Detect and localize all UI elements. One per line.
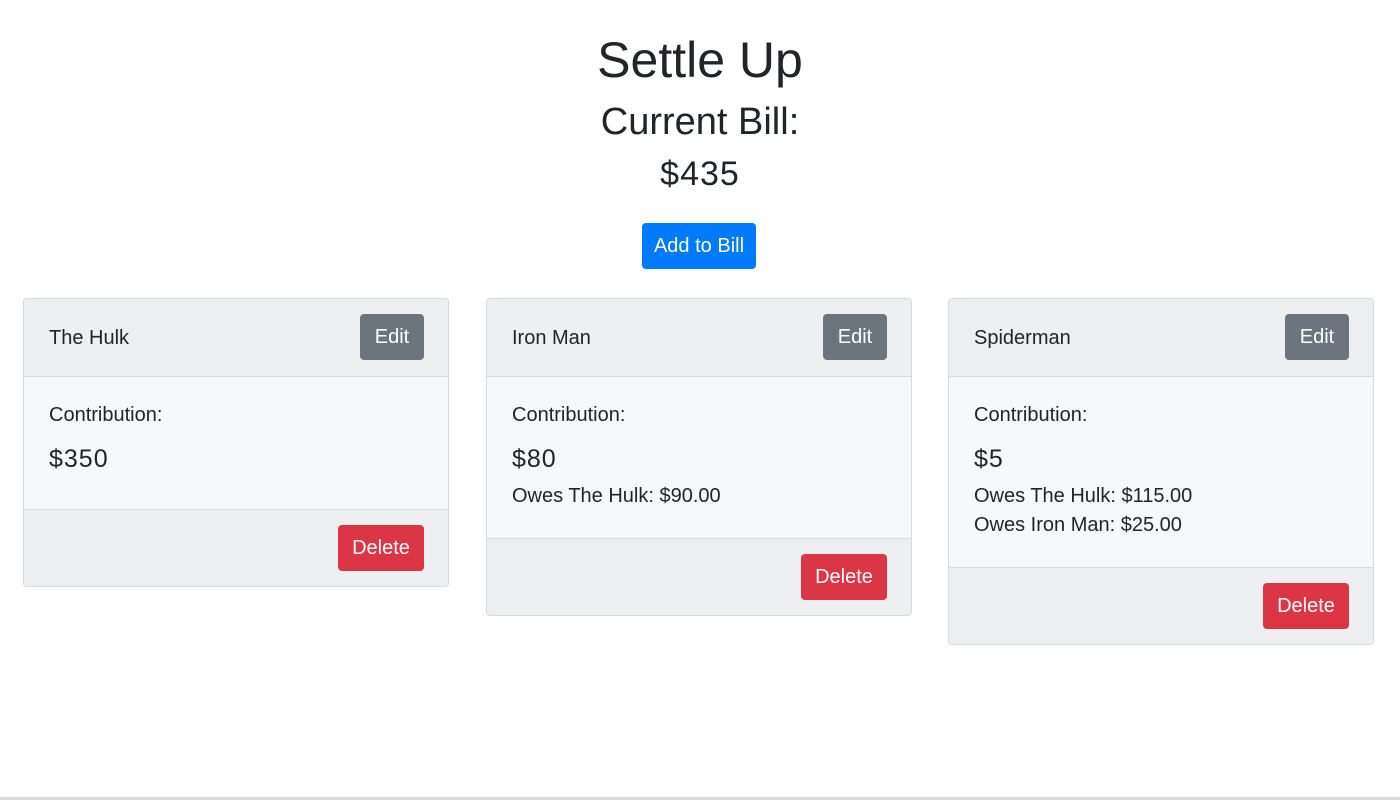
contribution-amount: $5 [974, 445, 1004, 473]
card-footer: Delete [487, 538, 911, 615]
card-header: The Hulk Edit [24, 299, 448, 377]
person-card: Iron Man Edit Contribution: $80 Owes The… [486, 298, 912, 616]
person-name: Iron Man [512, 327, 591, 349]
card-body: Contribution: $5 Owes The Hulk: $115.00 … [949, 377, 1373, 567]
card-body: Contribution: $80 Owes The Hulk: $90.00 [487, 377, 911, 538]
person-card: The Hulk Edit Contribution: $350 Delete [23, 298, 449, 587]
delete-button[interactable]: Delete [338, 525, 424, 571]
current-bill-heading: Current Bill: [600, 101, 800, 143]
edit-button[interactable]: Edit [823, 314, 887, 360]
card-header: Spiderman Edit [949, 299, 1373, 377]
person-card: Spiderman Edit Contribution: $5 Owes The… [948, 298, 1374, 645]
contribution-label: Contribution: [512, 404, 626, 426]
delete-button[interactable]: Delete [801, 554, 887, 600]
edit-button[interactable]: Edit [360, 314, 424, 360]
add-to-bill-button[interactable]: Add to Bill [642, 223, 756, 269]
card-footer: Delete [24, 509, 448, 586]
card-header: Iron Man Edit [487, 299, 911, 377]
owes-line: Owes Iron Man: $25.00 [974, 514, 1182, 536]
delete-button[interactable]: Delete [1263, 583, 1349, 629]
owes-line: Owes The Hulk: $90.00 [512, 485, 721, 507]
page: Settle Up Current Bill: $435 Add to Bill… [0, 0, 1400, 800]
contribution-label: Contribution: [49, 404, 163, 426]
contribution-amount: $350 [49, 445, 109, 473]
person-name: The Hulk [49, 327, 130, 349]
card-footer: Delete [949, 567, 1373, 644]
owes-line: Owes The Hulk: $115.00 [974, 485, 1193, 507]
bill-total: $435 [660, 155, 740, 193]
card-body: Contribution: $350 [24, 377, 448, 509]
edit-button[interactable]: Edit [1285, 314, 1349, 360]
contribution-label: Contribution: [974, 404, 1088, 426]
page-title: Settle Up [597, 32, 803, 88]
person-name: Spiderman [974, 327, 1071, 349]
contribution-amount: $80 [512, 445, 557, 473]
